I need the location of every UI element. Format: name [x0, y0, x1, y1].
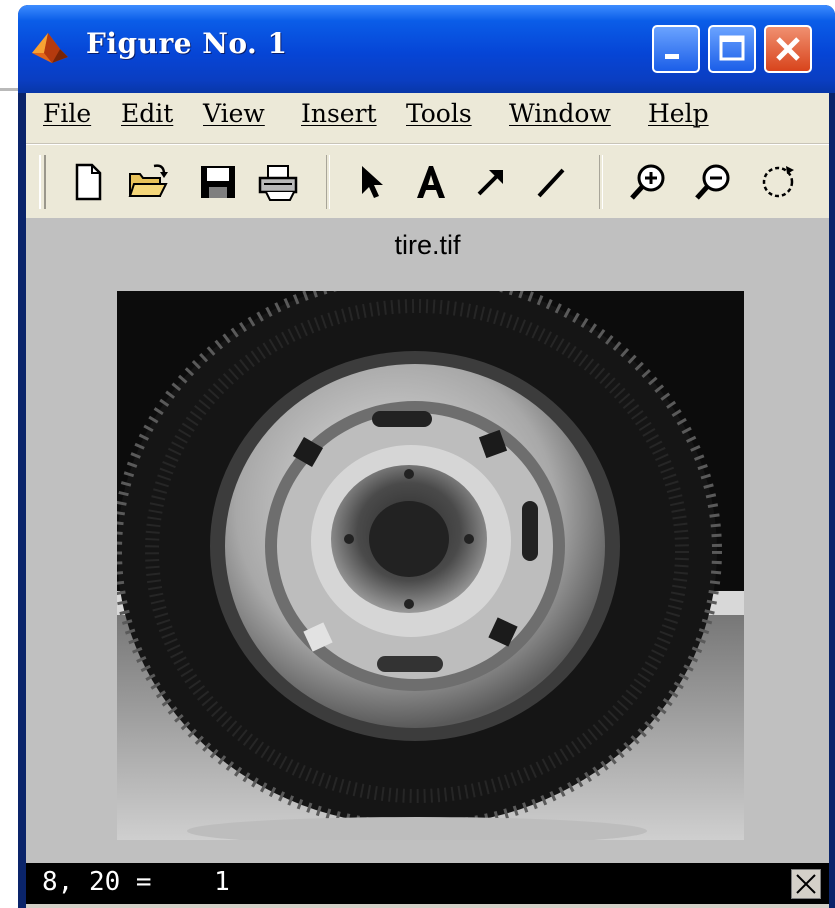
- zoom-out-button[interactable]: [691, 160, 735, 204]
- pixel-info-bar: 8, 20 = 1: [26, 863, 829, 904]
- menu-tools[interactable]: Tools: [406, 99, 472, 128]
- print-button[interactable]: [256, 160, 300, 204]
- menu-window[interactable]: Window: [509, 99, 611, 128]
- figure-toolbar: [26, 144, 829, 219]
- save-icon: [201, 166, 235, 198]
- pixel-value-readout: 8, 20 = 1: [42, 867, 230, 897]
- menu-bar: File Edit View Insert Tools Window Help: [26, 93, 829, 144]
- maximize-icon: [719, 35, 745, 61]
- save-button[interactable]: [196, 160, 240, 204]
- new-figure-icon: [75, 163, 102, 201]
- insert-line-button[interactable]: [529, 160, 573, 204]
- zoom-out-icon: [695, 164, 730, 200]
- title-bar[interactable]: Figure No. 1: [18, 5, 835, 93]
- menu-edit[interactable]: Edit: [121, 99, 173, 128]
- tire-image-render: [117, 291, 744, 840]
- open-file-icon: [128, 164, 168, 197]
- menu-view[interactable]: View: [203, 99, 265, 128]
- rotate-3d-icon: [762, 166, 794, 198]
- insert-text-button[interactable]: [409, 160, 453, 204]
- close-icon: [776, 37, 800, 61]
- menu-insert[interactable]: Insert: [301, 99, 377, 128]
- tire-image[interactable]: [117, 291, 744, 840]
- figure-canvas: tire.tif: [26, 218, 829, 863]
- insert-arrow-icon: [477, 170, 503, 196]
- zoom-in-icon: [630, 164, 665, 200]
- insert-line-icon: [537, 168, 565, 198]
- insert-text-icon: [417, 166, 445, 198]
- toolbar-grip[interactable]: [39, 155, 46, 209]
- print-icon: [258, 165, 298, 201]
- select-arrow-button[interactable]: [349, 160, 393, 204]
- insert-arrow-button[interactable]: [469, 160, 513, 204]
- menu-file[interactable]: File: [43, 99, 91, 128]
- window-title: Figure No. 1: [86, 27, 288, 60]
- minimize-button[interactable]: [652, 25, 700, 73]
- toolbar-separator: [326, 155, 330, 209]
- menu-help[interactable]: Help: [648, 99, 709, 128]
- figure-window: Figure No. 1 File Edit View Insert Tools: [18, 5, 835, 908]
- close-button[interactable]: [764, 25, 812, 73]
- maximize-button[interactable]: [708, 25, 756, 73]
- zoom-in-button[interactable]: [626, 160, 670, 204]
- new-figure-button[interactable]: [66, 160, 110, 204]
- select-arrow-icon: [362, 166, 383, 198]
- pixel-info-close-button[interactable]: [791, 869, 821, 899]
- rotate-3d-button[interactable]: [756, 160, 800, 204]
- open-file-button[interactable]: [126, 160, 170, 204]
- close-icon: [796, 874, 816, 894]
- axes-title: tire.tif: [394, 230, 461, 260]
- matlab-icon[interactable]: [30, 27, 70, 67]
- window-client: File Edit View Insert Tools Window Help: [26, 93, 829, 908]
- minimize-icon: [665, 54, 679, 59]
- toolbar-separator: [599, 155, 603, 209]
